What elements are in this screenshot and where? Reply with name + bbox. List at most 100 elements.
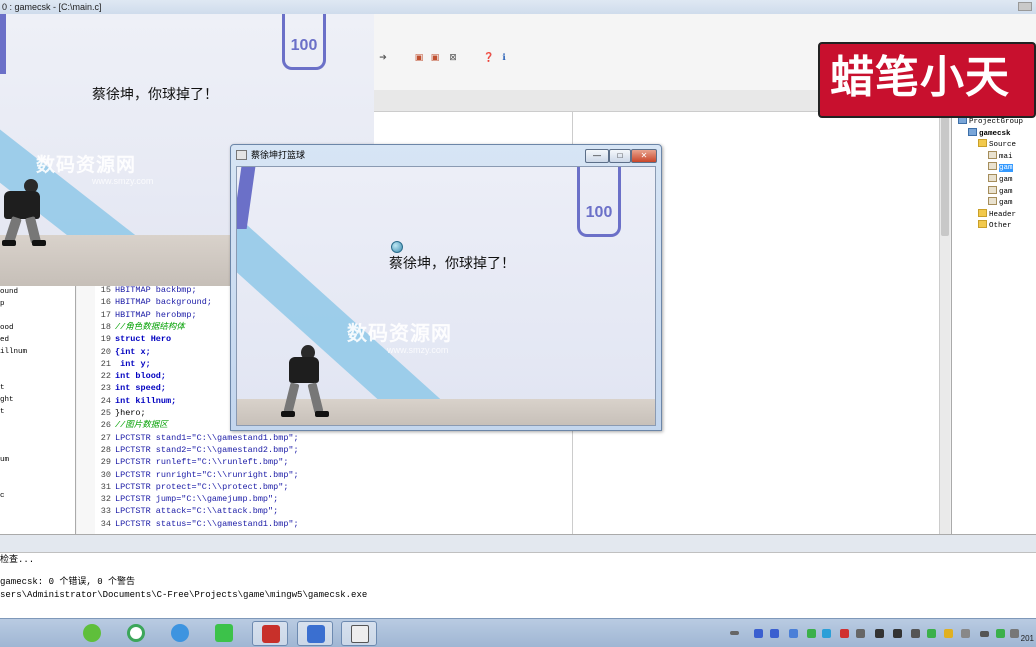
symbol-item[interactable]: ound [0,288,18,297]
ide-title: 0 : gamecsk - [C:\main.c] [2,2,102,12]
code-line: 25}hero; [97,407,146,419]
tree-item[interactable]: Other [978,220,1012,231]
code-line: 16 HBITMAP background; [97,296,212,308]
tray-a-icon[interactable] [754,629,763,638]
code-text: LPCTSTR jump="C:\\gamejump.bmp"; [115,494,279,505]
symbol-item[interactable]: t [0,408,5,417]
signal-icon[interactable] [980,631,989,637]
taskbar-app-360[interactable] [74,621,110,646]
symbol-item[interactable]: p [0,300,5,309]
file-icon [988,162,997,171]
tree-item-label: mai [999,152,1013,161]
code-text: }hero; [115,408,146,418]
output-line: gamecsk: 0 个错误, 0 个警告 [0,577,136,587]
line-number: 19 [100,334,111,345]
logo-badge: 100 [282,14,326,70]
code-line: 21 int y; [97,358,151,370]
tray-a-icon[interactable] [770,629,779,638]
watermark-text: 数码资源网 [347,323,452,345]
arrow-icon[interactable]: ➔ [378,52,388,62]
tray-tool-icon[interactable] [875,629,884,638]
logo-badge: 100 [577,167,621,237]
globe-icon [171,624,189,642]
line-number: 21 [100,358,111,369]
symbol-item[interactable]: um [0,456,9,465]
line-number: 34 [100,518,111,529]
output-line: sers\Administrator\Documents\C-Free\Proj… [0,590,368,600]
tree-item-label: Other [989,222,1012,231]
tray-green-icon[interactable] [807,629,816,638]
code-line: 17 HBITMAP herobmp; [97,309,197,321]
tree-item[interactable]: gam [988,162,1013,173]
tray-keyboard-icon[interactable] [730,631,739,635]
tray-chat-icon[interactable] [789,629,798,638]
tree-item[interactable]: gamecsk [968,127,1011,139]
code-text: LPCTSTR stand1="C:\\gamestand1.bmp"; [115,432,299,443]
symbol-item[interactable]: ght [0,396,14,405]
tree-item[interactable]: mai [988,150,1013,162]
editor-scrollbar-thumb[interactable] [941,116,949,236]
code-line: 23 int speed; [97,382,166,394]
clock[interactable]: 201 [1021,634,1034,643]
stop-icon[interactable]: ⊠ [448,52,458,62]
code-text: LPCTSTR stand2="C:\\gamestand2.bmp"; [115,444,299,455]
line-number: 28 [100,444,111,455]
minimize-button[interactable]: — [585,149,609,163]
maximize-button[interactable]: □ [609,149,631,163]
code-text: LPCTSTR status="C:\\gamestand1.bmp"; [115,518,299,529]
background-message: 蔡徐坤，你球掉了！ [92,86,218,102]
code-text: int killnum; [115,395,177,406]
file-icon [988,185,997,194]
output-tabs [0,535,1036,553]
player-sprite [279,345,331,421]
taskbar-app-ie[interactable] [162,621,198,646]
taskbar-app-game[interactable] [341,621,377,646]
tray-flag-icon[interactable] [840,629,849,638]
help-icon[interactable]: ❓ [483,52,494,62]
browser-icon [127,624,145,642]
line-number: 16 [100,297,111,308]
game-canvas[interactable]: 100 蔡徐坤，你球掉了！ 数码资源网 www.smzy.com [236,166,656,426]
watermark-subtext: www.smzy.com [92,176,154,186]
user-icon [307,625,325,643]
tray-battery-icon[interactable] [996,629,1005,638]
build-icon[interactable]: ▣ [414,52,424,62]
game-message: 蔡徐坤，你球掉了！ [389,255,515,271]
editor-scrollbar[interactable] [939,112,950,534]
folder-icon [978,139,987,148]
taskbar-app-browser[interactable] [118,621,154,646]
tray-blue-icon[interactable] [822,629,831,638]
info-icon[interactable]: ℹ [499,52,509,62]
line-number: 32 [100,494,111,505]
symbol-item[interactable]: illnum [0,348,27,357]
tray-network-icon[interactable] [961,629,970,638]
tree-item[interactable]: gam [988,197,1013,208]
taskbar-app-user[interactable] [297,621,333,646]
close-button[interactable]: ✕ [631,149,657,163]
taskbar-app-cfree[interactable] [252,621,288,646]
symbol-item[interactable]: ood [0,324,14,333]
code-line: 24 int killnum; [97,395,176,407]
volume-icon[interactable] [1010,629,1019,638]
ide-window-controls[interactable] [1018,2,1032,11]
tray-icon[interactable] [856,629,865,638]
code-line: 18 //角色数据结构体 [97,321,185,333]
line-number: 22 [100,371,111,382]
tree-item[interactable]: gam [988,185,1013,197]
tree-item[interactable]: Header [978,208,1016,220]
line-number: 18 [100,321,111,332]
symbol-item[interactable]: ed [0,336,9,345]
tray-shield-icon[interactable] [927,629,936,638]
compile-icon[interactable]: ▣ [430,52,440,62]
symbol-item[interactable]: c [0,492,5,501]
tree-item[interactable]: Source [978,139,1016,150]
taskbar-app-player[interactable] [206,621,242,646]
tree-item[interactable]: gam [988,174,1013,185]
symbol-item[interactable]: t [0,384,5,393]
game-window[interactable]: 蔡徐坤打篮球 — □ ✕ 100 蔡徐坤，你球掉了！ 数码资源网 www.smz… [230,144,662,431]
code-text: //角色数据结构体 [115,321,185,332]
tray-tool-icon[interactable] [893,629,902,638]
tray-icon[interactable] [911,629,920,638]
code-line: 30 LPCTSTR runright="C:\\runright.bmp"; [97,469,299,481]
tray-yellow-icon[interactable] [944,629,953,638]
